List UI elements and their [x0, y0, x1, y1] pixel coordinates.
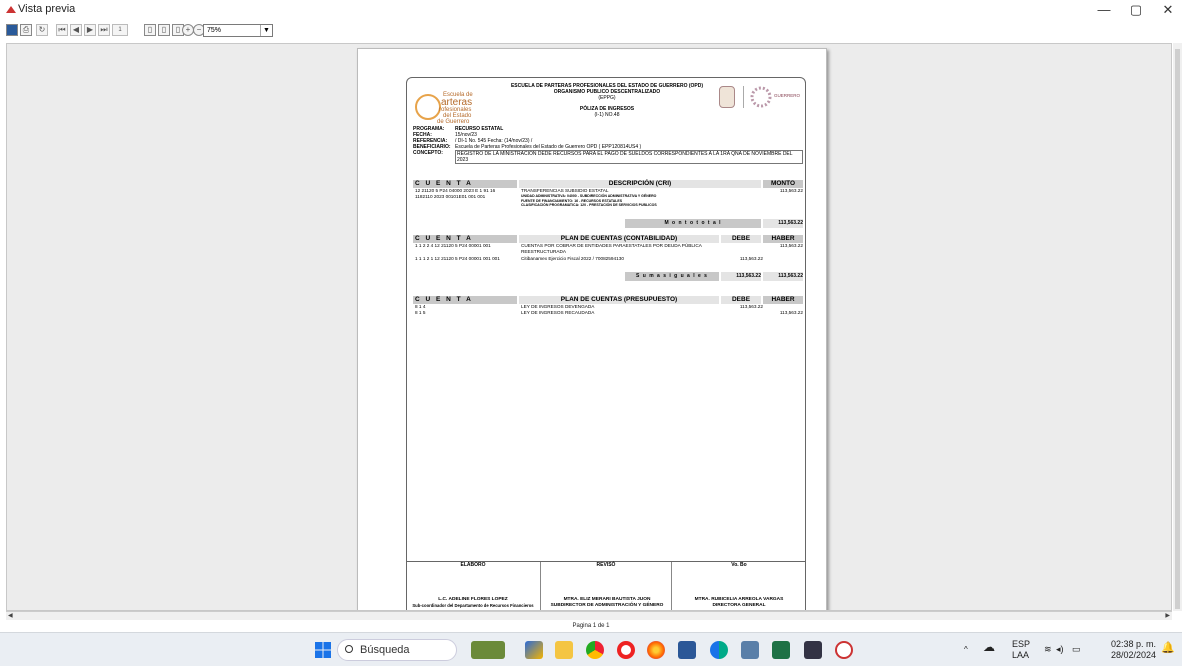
logo-circle [415, 94, 441, 120]
column-header: DEBE [721, 235, 761, 243]
save-icon[interactable] [6, 24, 18, 36]
guerrero-logo-text: GUERRERO [774, 93, 801, 98]
column-header: DEBE [721, 296, 761, 304]
toolbar: ⎙ ↻ ⏮ ◀ ▶ ⏭ 1 ▯ ▯ ▯ + − [0, 20, 1182, 42]
page-indicator: Pagina 1 de 1 [0, 620, 1182, 632]
firefox-icon[interactable] [647, 641, 665, 659]
opera-icon[interactable] [617, 641, 635, 659]
accounting-section: C U E N T A PLAN DE CUENTAS (CONTABILIDA… [413, 235, 803, 281]
refresh-icon[interactable]: ↻ [36, 24, 48, 36]
preview-viewer: Escuela de arteras rofesionales del Esta… [6, 43, 1172, 611]
table-row: 1 1 1 2 1 12 21120 5 P24 00001 001 001 Ci… [415, 256, 763, 261]
column-header: PLAN DE CUENTAS (CONTABILIDAD) [519, 235, 719, 243]
column-header: C U E N T A [413, 180, 517, 188]
app-icon [6, 6, 16, 13]
two-page-icon[interactable]: ▯ [158, 24, 170, 36]
scroll-right-icon[interactable]: ▶ [1165, 612, 1170, 619]
table-row: CLASIFICACIÓN PROGRAMATICA: 120 - PRESTA… [521, 203, 657, 207]
pdf-app-icon[interactable] [835, 641, 853, 659]
horizontal-scrollbar[interactable]: ◀ ▶ [6, 611, 1172, 620]
sum-label: S u m a s i g u a l e s [625, 271, 719, 281]
close-button[interactable]: ✕ [1150, 0, 1182, 20]
search-icon [345, 645, 353, 653]
file-explorer-icon[interactable] [555, 641, 573, 659]
policy-number: (I-1) NO.48 [594, 112, 620, 118]
signature-vobo: Vo. Bo MTRA. RUBICELIA ARREOLA VARGAS DIR… [694, 562, 784, 608]
last-page-icon[interactable]: ⏭ [98, 24, 110, 36]
chevron-down-icon[interactable]: ▼ [260, 25, 272, 36]
column-header: MONTO [763, 180, 803, 188]
chevron-up-icon[interactable]: ^ [964, 644, 968, 655]
widget-icon[interactable] [471, 641, 505, 659]
scroll-left-icon[interactable]: ◀ [8, 612, 13, 619]
cri-section: C U E N T A DESCRIPCIÓN (CRI) MONTO 12 2… [413, 180, 803, 228]
column-header: DESCRIPCIÓN (CRI) [519, 180, 761, 188]
column-header: C U E N T A [413, 296, 517, 304]
total-value: 113,563.22 [763, 219, 803, 228]
maximize-button[interactable]: ▢ [1118, 0, 1154, 20]
terminal-icon[interactable] [804, 641, 822, 659]
wifi-icon[interactable]: ≋ [1044, 644, 1052, 655]
sum-debe: 113,563.22 [721, 271, 761, 281]
title-bar: Vista previa — ▢ ✕ [0, 0, 1182, 20]
language-indicator[interactable]: ESP LAA [1012, 639, 1030, 661]
policy-document: Escuela de arteras rofesionales del Esta… [406, 77, 806, 610]
app-pbi-icon[interactable] [525, 641, 543, 659]
print-icon[interactable]: ⎙ [20, 24, 32, 36]
vertical-scrollbar[interactable] [1173, 43, 1182, 611]
meta-label: CONCEPTO: [413, 150, 443, 156]
minimize-button[interactable]: — [1086, 0, 1122, 20]
clock-date: 28/02/2024 [1110, 650, 1156, 660]
state-seal-image [719, 86, 735, 108]
excel-icon[interactable] [772, 641, 790, 659]
chrome-icon[interactable] [586, 641, 604, 659]
clock-time: 02:38 p. m. [1110, 639, 1156, 649]
taskbar-search[interactable]: Búsqueda [337, 639, 457, 661]
guerrero-logo: GUERRERO [750, 84, 800, 110]
prev-page-icon[interactable]: ◀ [70, 24, 82, 36]
document-page: Escuela de arteras rofesionales del Esta… [357, 48, 827, 610]
windows-start-icon[interactable] [315, 642, 331, 658]
layout-code: LAA [1012, 650, 1030, 660]
logo-text: arteras [441, 97, 473, 108]
zoom-select[interactable]: 75% ▼ [203, 24, 273, 37]
table-row: 1 1 2 2 4 12 21120 5 P24 00001 001 CUENTA… [415, 243, 803, 254]
logo-text: de Guerrero [437, 119, 470, 125]
signature-reviso: REVISÓ MTRA. ELIZ MERARI BAUTISTA JUON SU… [540, 562, 672, 610]
column-header: PLAN DE CUENTAS (PRESUPUESTO) [519, 296, 719, 304]
budget-section: C U E N T A PLAN DE CUENTAS (PRESUPUESTO… [413, 296, 803, 315]
total-label: M o n t o t o t a l [625, 219, 761, 228]
column-header: HABER [763, 296, 803, 304]
cloud-sync-icon[interactable]: ☁ [983, 641, 995, 653]
first-page-icon[interactable]: ⏮ [56, 24, 68, 36]
single-page-icon[interactable]: ▯ [144, 24, 156, 36]
document-header: ESCUELA DE PARTERAS PROFESIONALES DEL ES… [507, 83, 707, 118]
signature-block: ELABORO L.C. ADELINE FLORES LOPEZ Sub-coo… [407, 561, 805, 610]
column-header: HABER [763, 235, 803, 243]
zoom-value: 75% [207, 27, 222, 34]
divider [743, 86, 744, 108]
word-icon[interactable] [678, 641, 696, 659]
window-title: Vista previa [18, 3, 76, 15]
school-logo: Escuela de arteras rofesionales del Esta… [413, 88, 493, 126]
table-row: 8 1 5 LEY DE INGRESOS RECAUDADA 113,563.22 [415, 309, 803, 315]
edge-icon[interactable] [710, 641, 728, 659]
meta-value: REGISTRO DE LA MINISTRACION DEDE RECURSO… [455, 150, 803, 164]
clock[interactable]: 02:38 p. m. 28/02/2024 [1101, 639, 1156, 661]
sum-haber: 113,563.22 [763, 271, 803, 281]
volume-icon[interactable]: ◂) [1056, 644, 1064, 655]
page-number-field[interactable]: 1 [112, 24, 128, 36]
language-code: ESP [1012, 639, 1031, 649]
column-header: C U E N T A [413, 235, 517, 243]
notification-bell-icon[interactable]: 🔔 [1161, 643, 1175, 654]
scroll-thumb[interactable] [1175, 49, 1180, 609]
guerrero-emblem-icon [750, 86, 772, 108]
next-page-icon[interactable]: ▶ [84, 24, 96, 36]
calculator-icon[interactable] [741, 641, 759, 659]
taskbar: Búsqueda ^ ☁ ESP LAA ≋ ◂) ▭ 02:38 p. m. … [0, 632, 1182, 666]
signature-elaboro: ELABORO L.C. ADELINE FLORES LOPEZ Sub-coo… [412, 562, 534, 608]
battery-icon[interactable]: ▭ [1072, 644, 1081, 655]
search-placeholder: Búsqueda [360, 644, 410, 656]
policy-meta: PROGRAMA: RECURSO ESTATAL FECHA: 15/nov/23… [413, 126, 803, 164]
